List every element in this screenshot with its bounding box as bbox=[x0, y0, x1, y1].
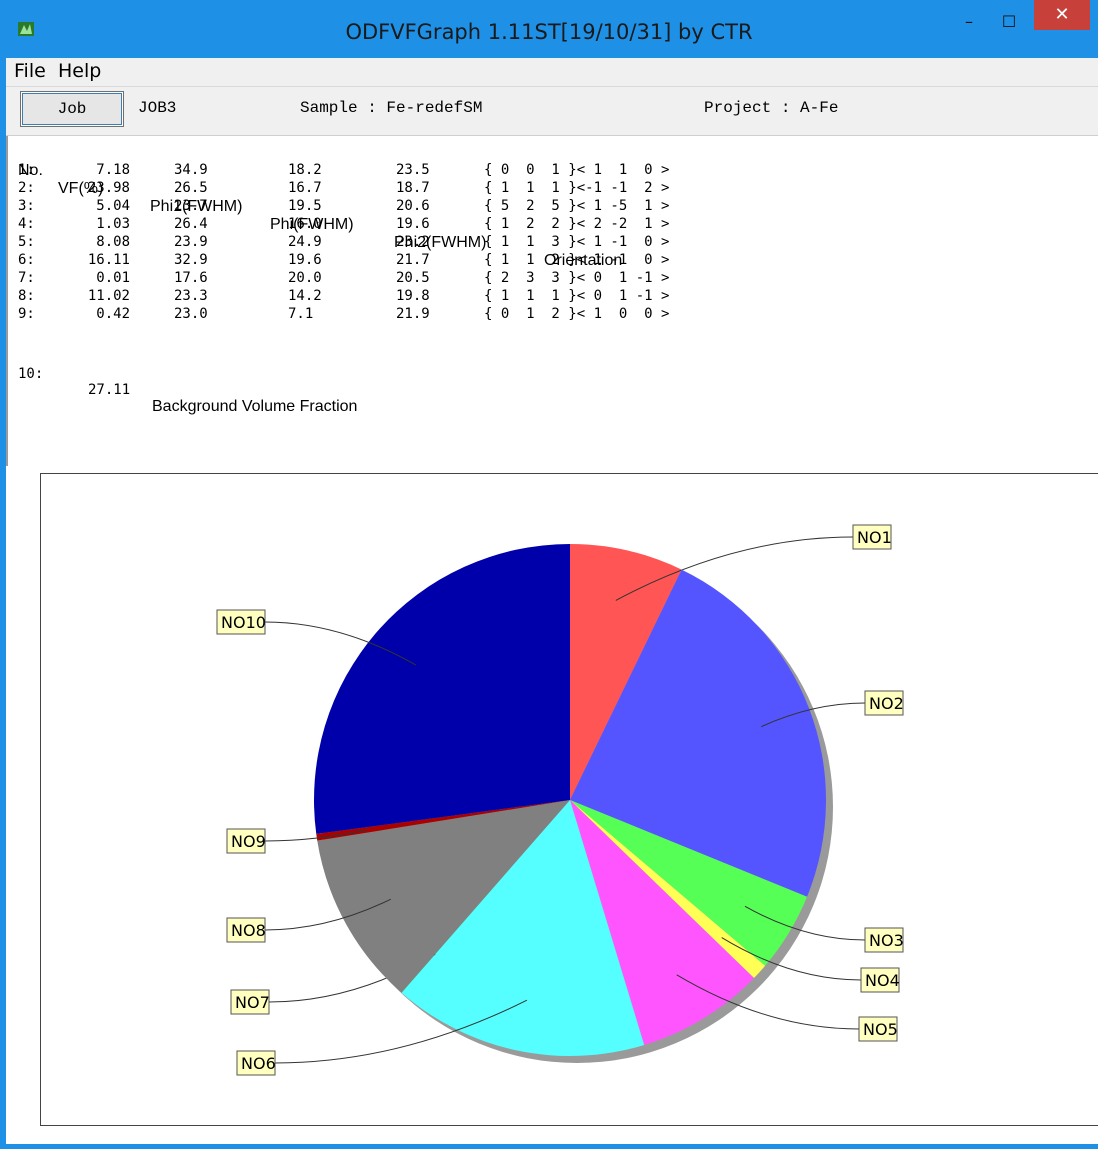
row-no: 1: bbox=[18, 162, 35, 178]
row-orientation: { 5 2 5 }< 1 -5 1 > bbox=[484, 198, 670, 214]
row-vf: 5.04 bbox=[96, 198, 130, 214]
row-phi: 19.5 bbox=[288, 198, 322, 214]
row-phi: 7.1 bbox=[288, 306, 314, 322]
job-name: JOB3 bbox=[138, 99, 177, 117]
row-phi2: 21.7 bbox=[396, 252, 430, 268]
row-phi2: 19.6 bbox=[396, 216, 430, 232]
row-no: 4: bbox=[18, 216, 35, 232]
row-vf: 11.02 bbox=[87, 288, 130, 304]
window-bottom-border bbox=[0, 1144, 1098, 1149]
row-no: 8: bbox=[18, 288, 35, 304]
row-phi: 20.0 bbox=[288, 270, 322, 286]
row-phi1: 34.9 bbox=[174, 162, 208, 178]
row-phi2: 20.6 bbox=[396, 198, 430, 214]
row-phi2: 19.8 bbox=[396, 288, 430, 304]
job-button[interactable]: Job bbox=[20, 91, 124, 127]
table-row: 5: 8.08 23.9 24.9 23.2 { 1 1 3 }< 1 -1 0 > bbox=[18, 234, 1068, 251]
row-phi2: 23.5 bbox=[396, 162, 430, 178]
table-row: 4: 1.03 26.4 16.0 19.6 { 1 2 2 }< 2 -2 1 > bbox=[18, 216, 1068, 233]
pie-label-no10: NO10 bbox=[221, 613, 266, 632]
table-row: 9: 0.42 23.0 7.1 21.9 { 0 1 2 }< 1 0 0 > bbox=[18, 306, 1068, 323]
row-orientation: { 0 0 1 }< 1 1 0 > bbox=[484, 162, 670, 178]
menu-bar: File Help bbox=[6, 58, 1098, 87]
row-vf: 0.42 bbox=[96, 306, 130, 322]
row-phi: 16.7 bbox=[288, 180, 322, 196]
pie-label-no3: NO3 bbox=[869, 931, 904, 950]
toolbar: Job JOB3 Sample : Fe-redefSM Project : A… bbox=[6, 87, 1098, 136]
pie-label-no2: NO2 bbox=[869, 694, 904, 713]
row-vf: 8.08 bbox=[96, 234, 130, 250]
pie-slice-no10 bbox=[314, 544, 570, 834]
table-header: No. VF(%) Phi1(FWHM) Phi(FWHM) Phi2(FWHM… bbox=[18, 144, 1068, 269]
result-list: No. VF(%) Phi1(FWHM) Phi(FWHM) Phi2(FWHM… bbox=[6, 136, 1098, 466]
menu-help[interactable]: Help bbox=[58, 60, 101, 82]
row-phi2: 18.7 bbox=[396, 180, 430, 196]
title-bar: ODFVFGraph 1.11ST[19/10/31] by CTR – ☐ ✕ bbox=[0, 0, 1098, 58]
sample-label: Sample : Fe-redefSM bbox=[300, 99, 483, 117]
row-vf: 0.01 bbox=[96, 270, 130, 286]
row-phi1: 26.4 bbox=[174, 216, 208, 232]
row-phi2: 20.5 bbox=[396, 270, 430, 286]
row-orientation: { 2 3 3 }< 0 1 -1 > bbox=[484, 270, 670, 286]
close-button[interactable]: ✕ bbox=[1034, 0, 1090, 30]
row-no: 5: bbox=[18, 234, 35, 250]
row-phi2: 21.9 bbox=[396, 306, 430, 322]
row-orientation: { 1 1 1 }< 0 1 -1 > bbox=[484, 288, 670, 304]
row-phi: 19.6 bbox=[288, 252, 322, 268]
row-orientation: { 0 1 2 }< 1 0 0 > bbox=[484, 306, 670, 322]
pie-chart-panel: NO1 NO2 NO3 NO4 NO5 NO6 NO7 NO8 NO9 NO10 bbox=[40, 473, 1098, 1126]
row-orientation: { 1 2 2 }< 2 -2 1 > bbox=[484, 216, 670, 232]
background-row: 10: 27.11 Background Volume Fraction bbox=[18, 350, 1068, 415]
table-row: 1: 7.18 34.9 18.2 23.5 { 0 0 1 }< 1 1 0 > bbox=[18, 162, 1068, 179]
pie-label-no9: NO9 bbox=[231, 832, 266, 851]
pie-label-no7: NO7 bbox=[235, 993, 270, 1012]
row-phi1: 23.3 bbox=[174, 288, 208, 304]
background-no: 10: bbox=[18, 366, 44, 382]
row-vf: 7.18 bbox=[96, 162, 130, 178]
row-vf: 1.03 bbox=[96, 216, 130, 232]
pie-label-no4: NO4 bbox=[865, 971, 900, 990]
main-content: No. VF(%) Phi1(FWHM) Phi(FWHM) Phi2(FWHM… bbox=[6, 136, 1098, 1144]
row-no: 9: bbox=[18, 306, 35, 322]
table-row: 7: 0.01 17.6 20.0 20.5 { 2 3 3 }< 0 1 -1 > bbox=[18, 270, 1068, 287]
row-phi2: 23.2 bbox=[396, 234, 430, 250]
row-vf: 16.11 bbox=[87, 252, 130, 268]
row-orientation: { 1 1 1 }<-1 -1 2 > bbox=[484, 180, 670, 196]
row-phi: 18.2 bbox=[288, 162, 322, 178]
pie-label-no6: NO6 bbox=[241, 1054, 276, 1073]
row-phi1: 32.9 bbox=[174, 252, 208, 268]
row-orientation: { 1 1 2 }< 1 -1 0 > bbox=[484, 252, 670, 268]
row-vf: 23.98 bbox=[87, 180, 130, 196]
table-row: 8: 11.02 23.3 14.2 19.8 { 1 1 1 }< 0 1 -1 > bbox=[18, 288, 1068, 305]
row-phi1: 17.6 bbox=[174, 270, 208, 286]
row-phi1: 26.5 bbox=[174, 180, 208, 196]
row-phi1: 23.9 bbox=[174, 234, 208, 250]
row-no: 3: bbox=[18, 198, 35, 214]
pie-label-no5: NO5 bbox=[863, 1020, 898, 1039]
table-row: 6: 16.11 32.9 19.6 21.7 { 1 1 2 }< 1 -1 0 > bbox=[18, 252, 1068, 269]
row-phi: 24.9 bbox=[288, 234, 322, 250]
row-phi: 16.0 bbox=[288, 216, 322, 232]
row-orientation: { 1 1 3 }< 1 -1 0 > bbox=[484, 234, 670, 250]
pie-chart: NO1 NO2 NO3 NO4 NO5 NO6 NO7 NO8 NO9 NO10 bbox=[216, 524, 904, 1076]
row-phi1: 23.0 bbox=[174, 306, 208, 322]
pie-label-no8: NO8 bbox=[231, 921, 266, 940]
window-title: ODFVFGraph 1.11ST[19/10/31] by CTR bbox=[345, 20, 753, 44]
row-no: 6: bbox=[18, 252, 35, 268]
project-label: Project : A-Fe bbox=[704, 99, 839, 117]
row-phi: 14.2 bbox=[288, 288, 322, 304]
menu-file[interactable]: File bbox=[14, 60, 46, 82]
table-row: 3: 5.04 23.7 19.5 20.6 { 5 2 5 }< 1 -5 1 > bbox=[18, 198, 1068, 215]
row-no: 7: bbox=[18, 270, 35, 286]
minimize-button[interactable]: – bbox=[954, 12, 984, 36]
pie-label-no1: NO1 bbox=[857, 528, 892, 547]
background-vf: 27.11 bbox=[88, 382, 131, 398]
row-phi1: 23.7 bbox=[174, 198, 208, 214]
maximize-button[interactable]: ☐ bbox=[994, 12, 1024, 36]
row-no: 2: bbox=[18, 180, 35, 196]
background-label: Background Volume Fraction bbox=[152, 398, 358, 415]
table-row: 2: 23.98 26.5 16.7 18.7 { 1 1 1 }<-1 -1 2 > bbox=[18, 180, 1068, 197]
